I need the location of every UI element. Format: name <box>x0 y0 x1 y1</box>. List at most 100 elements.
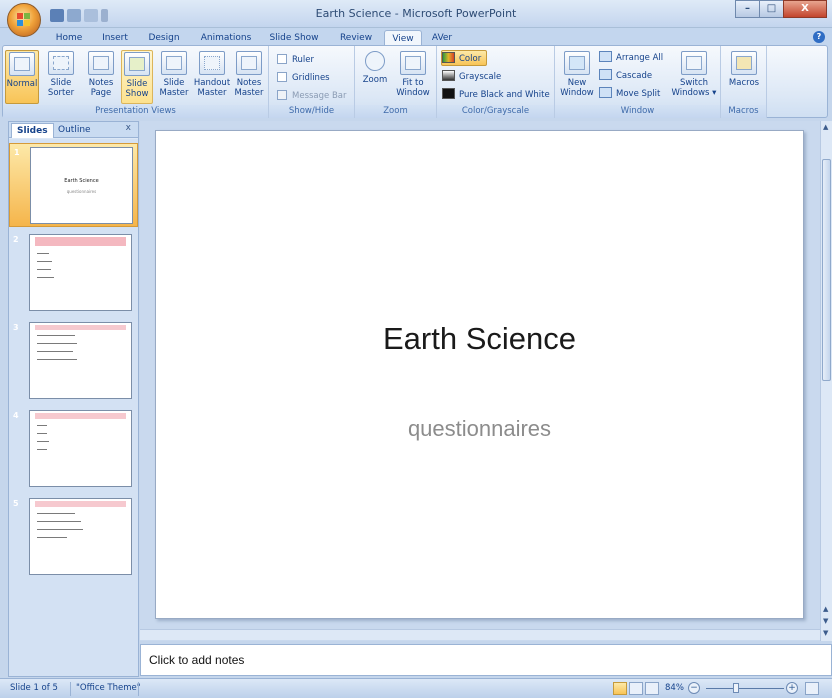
scroll-up-icon[interactable]: ▲ <box>823 123 828 131</box>
slide-thumbnail[interactable]: 5 <box>9 495 138 579</box>
fit-window-icon <box>400 51 426 75</box>
help-icon[interactable]: ? <box>813 31 825 43</box>
group-label-show-hide: Show/Hide <box>269 105 354 118</box>
window-title: Earth Science - Microsoft PowerPoint <box>315 7 517 20</box>
slide-number: 4 <box>13 411 19 420</box>
handout-master-icon <box>199 51 225 75</box>
zoom-slider-handle[interactable] <box>733 683 739 693</box>
slide-master-icon <box>161 51 187 75</box>
slide-sorter-status-button[interactable] <box>629 682 643 695</box>
slide-master-button[interactable]: Slide Master <box>157 50 191 104</box>
tab-slides[interactable]: Slides <box>11 123 54 138</box>
arrange-all-icon <box>599 51 612 62</box>
minimize-button[interactable]: – <box>735 0 760 18</box>
theme-name: "Office Theme" <box>76 683 141 693</box>
notes-page-button[interactable]: Notes Page <box>83 50 119 104</box>
previous-slide-icon[interactable]: ▲ <box>823 605 828 613</box>
office-button[interactable] <box>7 3 41 37</box>
slide-preview <box>29 498 132 575</box>
scrollbar-thumb[interactable] <box>822 159 831 381</box>
checkbox-icon <box>277 72 287 82</box>
slide-number: 5 <box>13 499 19 508</box>
tab-slide-show[interactable]: Slide Show <box>266 30 322 46</box>
cascade-icon <box>599 69 612 80</box>
macros-button[interactable]: Macros <box>726 50 762 104</box>
notes-pane[interactable]: Click to add notes <box>140 644 832 676</box>
slide-preview <box>29 234 132 311</box>
cascade-button[interactable]: Cascade <box>599 68 652 84</box>
slide-sorter-icon <box>48 51 74 75</box>
gridlines-checkbox[interactable]: Gridlines <box>277 70 330 86</box>
switch-windows-button[interactable]: Switch Windows ▾ <box>671 50 717 104</box>
tab-design[interactable]: Design <box>144 30 184 46</box>
slide-show-icon <box>124 52 150 76</box>
ruler-checkbox[interactable]: Ruler <box>277 52 314 68</box>
slide-preview: Earth Science questionnaires <box>30 147 133 224</box>
powerpoint-window: Earth Science - Microsoft PowerPoint – □… <box>0 0 832 698</box>
group-show-hide: Ruler Gridlines Message Bar Show/Hide <box>269 46 355 118</box>
message-bar-checkbox[interactable]: Message Bar <box>277 88 347 104</box>
tab-insert[interactable]: Insert <box>96 30 134 46</box>
slide-number: 2 <box>13 235 19 244</box>
pane-tabs: Slides Outline x <box>9 122 138 138</box>
new-window-button[interactable]: New Window <box>559 50 595 104</box>
normal-view-icon <box>9 52 35 76</box>
fit-slide-icon[interactable] <box>805 682 819 695</box>
slide-subtitle[interactable]: questionnaires <box>156 416 803 442</box>
slide-number: 1 <box>14 148 20 157</box>
zoom-in-icon[interactable]: + <box>786 682 798 694</box>
slide-show-status-button[interactable] <box>645 682 659 695</box>
group-presentation-views: Normal Slide Sorter Notes Page Slide Sho… <box>3 46 269 118</box>
normal-view-button[interactable]: Normal <box>5 50 39 104</box>
black-white-swatch-icon <box>442 88 455 99</box>
slide-number: 3 <box>13 323 19 332</box>
slide-preview <box>29 322 132 399</box>
vertical-scrollbar[interactable]: ▲ ▲ ▼ ▼ <box>820 121 832 641</box>
group-label-presentation-views: Presentation Views <box>3 105 268 118</box>
tab-outline[interactable]: Outline <box>53 123 96 138</box>
ribbon: Normal Slide Sorter Notes Page Slide Sho… <box>2 45 828 118</box>
scroll-down-icon[interactable]: ▼ <box>823 629 828 637</box>
close-button[interactable]: X <box>783 0 827 18</box>
arrange-all-button[interactable]: Arrange All <box>599 50 663 66</box>
grayscale-button[interactable]: Grayscale <box>442 69 501 85</box>
tab-view[interactable]: View <box>384 30 422 46</box>
close-pane-icon[interactable]: x <box>126 123 131 133</box>
magnifier-icon <box>365 51 385 71</box>
group-label-color: Color/Grayscale <box>437 105 554 118</box>
next-slide-icon[interactable]: ▼ <box>823 617 828 625</box>
zoom-slider[interactable] <box>706 688 784 689</box>
fit-to-window-button[interactable]: Fit to Window <box>393 50 433 104</box>
grayscale-swatch-icon <box>442 70 455 81</box>
zoom-out-icon[interactable]: − <box>688 682 700 694</box>
tab-review[interactable]: Review <box>336 30 376 46</box>
slide-preview <box>29 410 132 487</box>
slide-title[interactable]: Earth Science <box>156 321 803 357</box>
tab-aver[interactable]: AVer <box>427 30 457 46</box>
slide-thumbnail[interactable]: 2 <box>9 231 138 315</box>
zoom-button[interactable]: Zoom <box>359 50 391 104</box>
ribbon-tabs: Home Insert Design Animations Slide Show… <box>0 28 832 46</box>
handout-master-button[interactable]: Handout Master <box>193 50 231 104</box>
slide-sorter-button[interactable]: Slide Sorter <box>43 50 79 104</box>
tab-home[interactable]: Home <box>50 30 88 46</box>
tab-animations[interactable]: Animations <box>196 30 256 46</box>
slide-thumbnail[interactable]: 1 Earth Science questionnaires <box>9 143 138 227</box>
slide-counter: Slide 1 of 5 <box>10 683 58 693</box>
move-split-button[interactable]: Move Split <box>599 86 660 102</box>
color-button[interactable]: Color <box>441 50 488 66</box>
notes-page-icon <box>88 51 114 75</box>
slide-thumbnail[interactable]: 4 <box>9 407 138 491</box>
maximize-button[interactable]: □ <box>759 0 784 18</box>
normal-view-status-button[interactable] <box>613 682 627 695</box>
notes-master-button[interactable]: Notes Master <box>232 50 266 104</box>
macros-icon <box>731 51 757 75</box>
group-label-zoom: Zoom <box>355 105 436 118</box>
horizontal-scrollbar[interactable] <box>140 629 820 640</box>
pure-black-white-button[interactable]: Pure Black and White <box>442 87 550 103</box>
slide-show-button[interactable]: Slide Show <box>121 50 153 104</box>
zoom-level[interactable]: 84% <box>665 683 684 693</box>
slide-thumbnail[interactable]: 3 <box>9 319 138 403</box>
current-slide[interactable]: Earth Science questionnaires <box>155 130 804 619</box>
move-split-icon <box>599 87 612 98</box>
